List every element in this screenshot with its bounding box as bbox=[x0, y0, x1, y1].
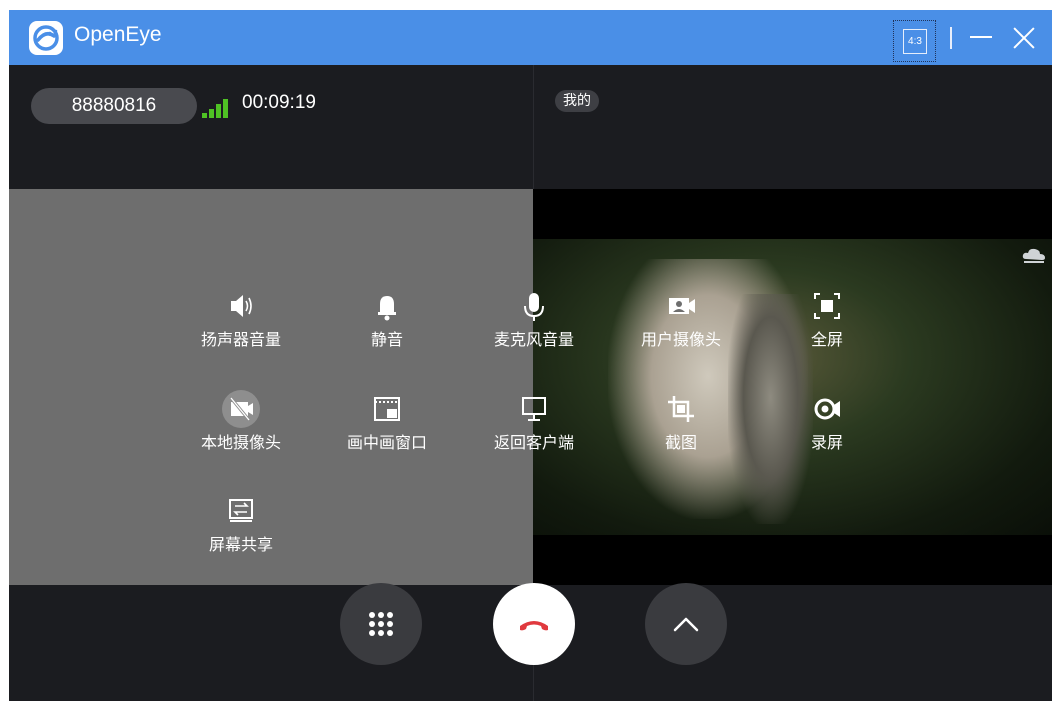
mine-label: 我的 bbox=[555, 90, 599, 112]
menu-label: 麦克风音量 bbox=[493, 330, 574, 349]
menu-label: 全屏 bbox=[810, 330, 843, 349]
menu-item-microphone-volume[interactable]: 麦克风音量 bbox=[474, 286, 594, 356]
menu-label: 静音 bbox=[370, 330, 403, 349]
speaker-volume-icon bbox=[231, 295, 252, 317]
menu-item-record-screen[interactable]: 录屏 bbox=[767, 389, 887, 459]
cloud-watermark-icon bbox=[1022, 248, 1045, 263]
title-bar: OpenEye 4:3 bbox=[9, 10, 1052, 65]
function-menu-panel: 扬声器音量 静音 麦克风音量 用户摄像头 全屏 本地摄像头 画中画窗口 返回客户… bbox=[9, 189, 843, 585]
menu-item-speaker-volume[interactable]: 扬声器音量 bbox=[181, 286, 301, 356]
expand-button[interactable] bbox=[645, 583, 727, 665]
menu-label: 屏幕共享 bbox=[208, 535, 273, 554]
user-camera-icon bbox=[669, 298, 695, 314]
menu-item-fullscreen[interactable]: 全屏 bbox=[767, 286, 887, 356]
chevron-up-icon bbox=[673, 617, 699, 632]
fullscreen-icon bbox=[814, 293, 840, 319]
monitor-return-icon bbox=[522, 397, 546, 421]
menu-label: 画中画窗口 bbox=[346, 433, 427, 452]
minimize-icon[interactable] bbox=[970, 36, 992, 38]
titlebar-divider bbox=[950, 27, 952, 49]
app-title: OpenEye bbox=[74, 23, 162, 46]
menu-item-return-client[interactable]: 返回客户端 bbox=[474, 389, 594, 459]
local-camera-off-icon bbox=[229, 397, 253, 421]
menu-label: 录屏 bbox=[810, 433, 843, 452]
hangup-button[interactable] bbox=[493, 583, 575, 665]
signal-strength-icon bbox=[202, 96, 236, 118]
menu-label: 本地摄像头 bbox=[200, 433, 281, 452]
dialpad-grid-icon bbox=[369, 612, 393, 636]
menu-label: 用户摄像头 bbox=[640, 330, 721, 349]
menu-label: 扬声器音量 bbox=[200, 330, 281, 349]
record-screen-icon bbox=[814, 398, 840, 420]
call-window: OpenEye 4:3 88880816 00:09:19 我的 扬声器音量 静… bbox=[9, 10, 1052, 701]
crop-screenshot-icon bbox=[668, 396, 694, 422]
menu-item-local-camera[interactable]: 本地摄像头 bbox=[181, 389, 301, 459]
dialpad-button[interactable] bbox=[340, 583, 422, 665]
aspect-ratio-button[interactable]: 4:3 bbox=[893, 20, 936, 62]
menu-label: 返回客户端 bbox=[493, 433, 574, 452]
menu-label: 截图 bbox=[664, 433, 697, 452]
menu-item-screen-share[interactable]: 屏幕共享 bbox=[181, 491, 301, 561]
video-frame bbox=[533, 239, 1052, 535]
close-icon[interactable] bbox=[1012, 26, 1036, 50]
openeye-logo-icon bbox=[29, 21, 63, 55]
menu-item-picture-in-picture[interactable]: 画中画窗口 bbox=[327, 389, 447, 459]
picture-in-picture-icon bbox=[374, 397, 400, 421]
call-timer: 00:09:19 bbox=[242, 92, 316, 113]
menu-item-screenshot[interactable]: 截图 bbox=[621, 389, 741, 459]
hangup-phone-icon bbox=[520, 621, 548, 631]
remote-video[interactable] bbox=[533, 189, 1052, 585]
microphone-icon bbox=[524, 293, 544, 321]
aspect-ratio-label: 4:3 bbox=[903, 29, 927, 54]
bell-mute-icon bbox=[378, 296, 396, 321]
menu-item-mute[interactable]: 静音 bbox=[327, 286, 447, 356]
screen-share-icon bbox=[229, 499, 253, 522]
menu-item-user-camera[interactable]: 用户摄像头 bbox=[621, 286, 741, 356]
call-number-badge: 88880816 bbox=[31, 88, 197, 124]
